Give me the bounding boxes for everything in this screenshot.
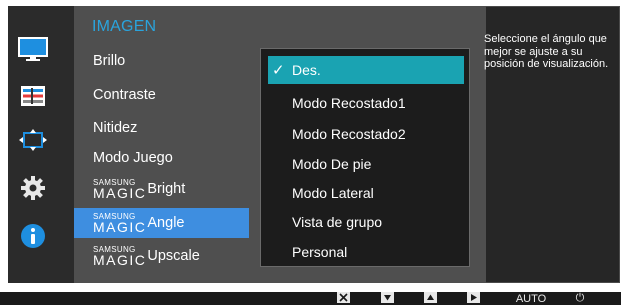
triangle-down-icon: [380, 291, 394, 305]
menu-item-magic-angle[interactable]: SAMSUNG MAGIC Angle: [74, 208, 249, 238]
menu-title: IMAGEN: [92, 18, 157, 35]
enter-button[interactable]: [462, 291, 484, 305]
triangle-up-icon: [423, 291, 437, 305]
option-modo-de-pie[interactable]: Modo De pie: [268, 150, 464, 178]
size-position-icon[interactable]: [0, 122, 66, 158]
play-icon: [466, 291, 480, 305]
menu-item-label: Nitidez: [93, 120, 138, 136]
power-button[interactable]: ⏻: [569, 292, 591, 305]
menu-item-label: Brillo: [93, 53, 126, 69]
option-des[interactable]: ✓ Des.: [268, 56, 464, 84]
color-bars-icon[interactable]: [0, 78, 66, 114]
auto-button[interactable]: AUTO: [513, 292, 549, 305]
option-label: Modo De pie: [292, 156, 372, 172]
option-vista-de-grupo[interactable]: Vista de grupo: [268, 208, 464, 236]
option-label: Vista de grupo: [292, 214, 383, 230]
auto-label: AUTO: [515, 292, 547, 305]
menu-item-label: Contraste: [93, 87, 156, 103]
menu-item-nitidez[interactable]: Nitidez: [74, 113, 249, 143]
samsung-magic-logo: SAMSUNG MAGIC: [93, 211, 147, 235]
menu-item-modo-juego[interactable]: Modo Juego: [74, 143, 249, 173]
power-icon: ⏻: [575, 292, 585, 304]
menu-item-magic-upscale[interactable]: SAMSUNG MAGIC Upscale: [74, 241, 249, 271]
menu-item-label: Angle: [147, 215, 185, 231]
option-label: Modo Recostado2: [292, 126, 406, 142]
menu-item-contraste[interactable]: Contraste: [74, 80, 249, 110]
monitor-icon[interactable]: [0, 32, 66, 68]
close-icon: [336, 291, 350, 305]
info-icon[interactable]: [0, 218, 66, 254]
option-label: Personal: [292, 244, 348, 260]
option-modo-recostado2[interactable]: Modo Recostado2: [268, 120, 464, 148]
menu-item-label: Modo Juego: [93, 150, 173, 166]
help-text: Seleccione el ángulo que mejor se ajuste…: [484, 33, 609, 70]
down-button[interactable]: [376, 291, 398, 305]
option-label: Modo Recostado1: [292, 95, 406, 111]
option-personal[interactable]: Personal: [268, 238, 464, 266]
option-modo-lateral[interactable]: Modo Lateral: [268, 179, 464, 207]
samsung-magic-logo: SAMSUNG MAGIC: [93, 244, 147, 268]
option-label: Modo Lateral: [292, 185, 374, 201]
samsung-magic-logo: SAMSUNG MAGIC: [93, 177, 147, 201]
option-label: Des.: [292, 62, 321, 78]
close-button[interactable]: [332, 291, 354, 305]
checkmark-icon: ✓: [272, 62, 285, 79]
menu-item-label: Upscale: [147, 248, 200, 264]
menu-item-label: Bright: [147, 181, 186, 197]
menu-item-magic-bright[interactable]: SAMSUNG MAGIC Bright: [74, 174, 249, 204]
menu-item-brillo[interactable]: Brillo: [74, 46, 249, 76]
up-button[interactable]: [419, 291, 441, 305]
settings-gear-icon[interactable]: [0, 170, 66, 206]
option-modo-recostado1[interactable]: Modo Recostado1: [268, 89, 464, 117]
